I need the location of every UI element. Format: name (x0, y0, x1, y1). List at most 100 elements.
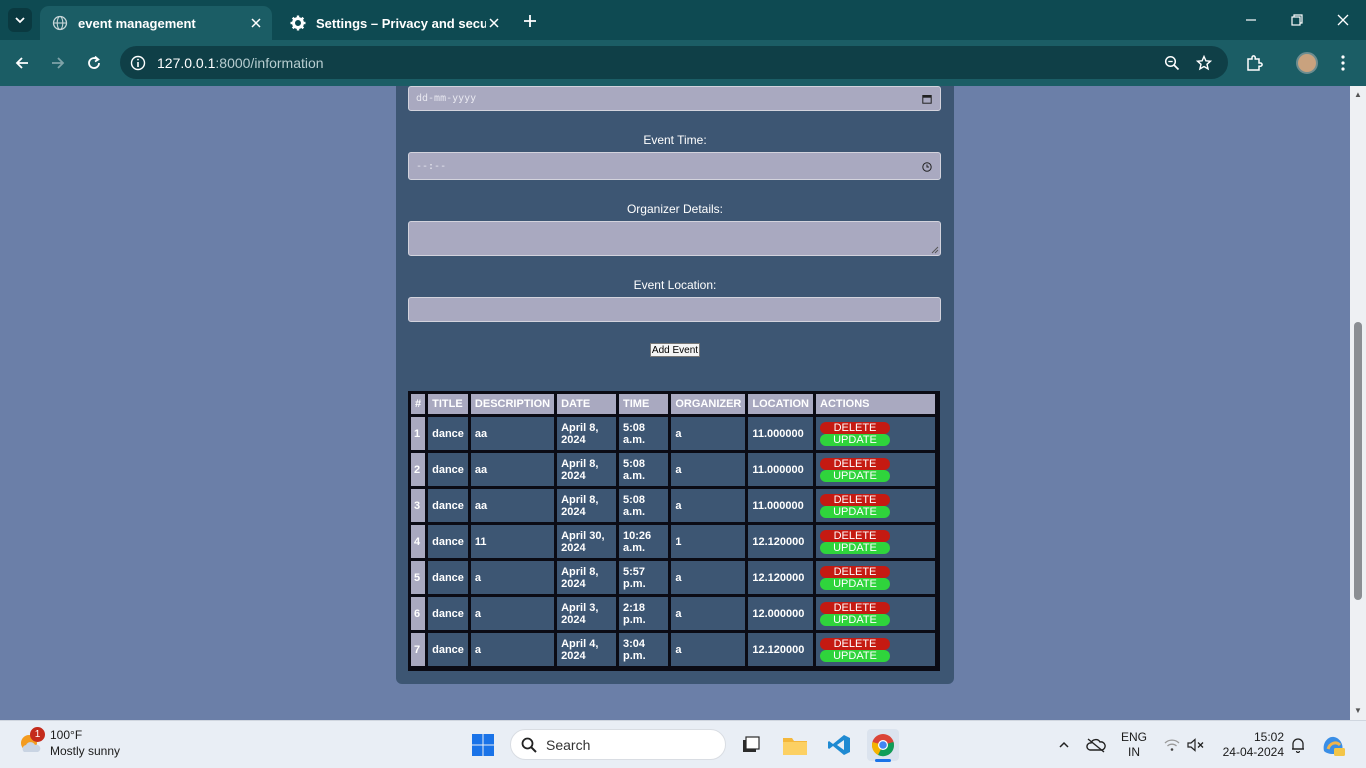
calendar-icon[interactable] (922, 94, 932, 104)
task-view-button[interactable] (735, 729, 767, 761)
bell-icon (1292, 738, 1304, 753)
minimize-button[interactable] (1236, 8, 1266, 32)
close-window-button[interactable] (1328, 8, 1358, 32)
network-tray-button[interactable] (1162, 729, 1182, 761)
close-icon[interactable] (248, 15, 264, 31)
events-table: # TITLE DESCRIPTION DATE TIME ORGANIZER … (408, 391, 940, 671)
folder-icon (783, 738, 807, 755)
event-time-input[interactable]: --:-- (408, 152, 941, 180)
windows-taskbar: 1 100°F Mostly sunny Search ENG IN 15:02… (0, 720, 1366, 768)
clock-time: 15:02 (1253, 730, 1284, 744)
delete-button[interactable]: DELETE (820, 637, 890, 650)
update-button[interactable]: UPDATE (820, 469, 890, 482)
address-bar[interactable]: 127.0.0.1:8000/information (120, 46, 1228, 79)
delete-button[interactable]: DELETE (820, 529, 890, 542)
forward-button[interactable] (46, 51, 70, 75)
close-icon (1337, 14, 1349, 26)
tab-strip: event management Settings – Privacy and … (0, 0, 1366, 40)
notifications-button[interactable] (1288, 729, 1308, 761)
back-button[interactable] (10, 51, 34, 75)
resize-handle-icon[interactable] (931, 246, 939, 254)
sun-cloud-icon: 1 (18, 727, 45, 756)
copilot-icon (1323, 736, 1345, 756)
cell-location: 12.120000 (748, 633, 813, 666)
extensions-button[interactable] (1242, 51, 1266, 75)
new-tab-button[interactable] (518, 10, 542, 32)
delete-button[interactable]: DELETE (820, 601, 890, 614)
delete-button[interactable]: DELETE (820, 421, 890, 434)
tab-settings[interactable]: Settings – Privacy and security (278, 6, 510, 40)
cell-date: April 8, 2024 (557, 417, 617, 450)
delete-button[interactable]: DELETE (820, 457, 890, 470)
cell-description: aa (470, 453, 555, 486)
url-host: 127.0.0.1 (157, 55, 216, 71)
cell-time: 3:04 p.m. (619, 633, 669, 666)
cell-location: 12.120000 (748, 561, 813, 594)
bookmark-star-icon[interactable] (1194, 53, 1214, 73)
update-button[interactable]: UPDATE (820, 541, 890, 554)
plus-icon (524, 15, 536, 27)
show-hidden-icons-button[interactable] (1054, 729, 1074, 761)
tab-title: Settings – Privacy and security (316, 15, 486, 31)
copilot-button[interactable] (1318, 729, 1348, 761)
update-button[interactable]: UPDATE (820, 649, 890, 662)
start-button[interactable] (467, 729, 499, 761)
cell-date: April 3, 2024 (557, 597, 617, 630)
chevron-up-icon (1059, 741, 1069, 748)
arrow-right-icon (52, 57, 65, 69)
system-clock[interactable]: 15:02 24-04-2024 (1216, 730, 1284, 760)
update-button[interactable]: UPDATE (820, 613, 890, 626)
scrollbar-thumb[interactable] (1354, 322, 1362, 600)
reload-button[interactable] (82, 51, 106, 75)
file-explorer-button[interactable] (779, 729, 811, 761)
cell-location: 12.120000 (748, 525, 813, 558)
tab-search-button[interactable] (8, 8, 32, 32)
cell-description: aa (470, 489, 555, 522)
cell-description: a (470, 633, 555, 666)
update-button[interactable]: UPDATE (820, 433, 890, 446)
event-location-label: Event Location: (633, 278, 717, 292)
event-time-label: Event Time: (643, 133, 707, 147)
cell-description: a (470, 597, 555, 630)
chrome-taskbar-button[interactable] (867, 729, 899, 762)
weather-temp: 100°F (50, 728, 83, 742)
cell-actions: DELETE UPDATE (816, 525, 935, 558)
profile-avatar[interactable] (1296, 52, 1318, 74)
organizer-details-textarea[interactable] (408, 221, 941, 256)
language-indicator[interactable]: ENG IN (1118, 730, 1150, 760)
cell-date: April 8, 2024 (557, 561, 617, 594)
delete-button[interactable]: DELETE (820, 565, 890, 578)
row-number: 4 (411, 525, 426, 558)
wifi-icon (1164, 739, 1180, 751)
cell-description: 11 (470, 525, 555, 558)
scroll-up-icon[interactable]: ▲ (1353, 90, 1363, 99)
vscode-button[interactable] (823, 729, 855, 761)
row-number: 3 (411, 489, 426, 522)
update-button[interactable]: UPDATE (820, 577, 890, 590)
add-event-button[interactable]: Add Event (650, 343, 700, 357)
restore-button[interactable] (1282, 8, 1312, 32)
delete-button[interactable]: DELETE (820, 493, 890, 506)
onedrive-tray-button[interactable] (1084, 729, 1108, 761)
tab-event-management[interactable]: event management (40, 6, 272, 40)
event-date-input[interactable]: dd-mm-yyyy (408, 86, 941, 111)
site-info-icon[interactable] (128, 53, 148, 73)
close-icon[interactable] (486, 15, 502, 31)
cell-location: 11.000000 (748, 453, 813, 486)
cell-title: dance (428, 489, 468, 522)
scroll-down-icon[interactable]: ▼ (1353, 706, 1363, 715)
clock-icon[interactable] (922, 162, 932, 172)
browser-toolbar: 127.0.0.1:8000/information (0, 40, 1366, 86)
update-button[interactable]: UPDATE (820, 505, 890, 518)
taskbar-search[interactable]: Search (510, 729, 726, 760)
arrow-left-icon (15, 57, 28, 69)
event-location-input[interactable] (408, 297, 941, 322)
region-code: IN (1128, 745, 1140, 759)
volume-tray-button[interactable] (1186, 729, 1206, 761)
zoom-icon[interactable] (1162, 53, 1182, 73)
cell-actions: DELETE UPDATE (816, 633, 935, 666)
page-scrollbar[interactable]: ▲ ▼ (1350, 86, 1366, 720)
cell-title: dance (428, 417, 468, 450)
weather-widget[interactable]: 1 100°F Mostly sunny (18, 727, 120, 759)
browser-menu-button[interactable] (1336, 52, 1350, 74)
